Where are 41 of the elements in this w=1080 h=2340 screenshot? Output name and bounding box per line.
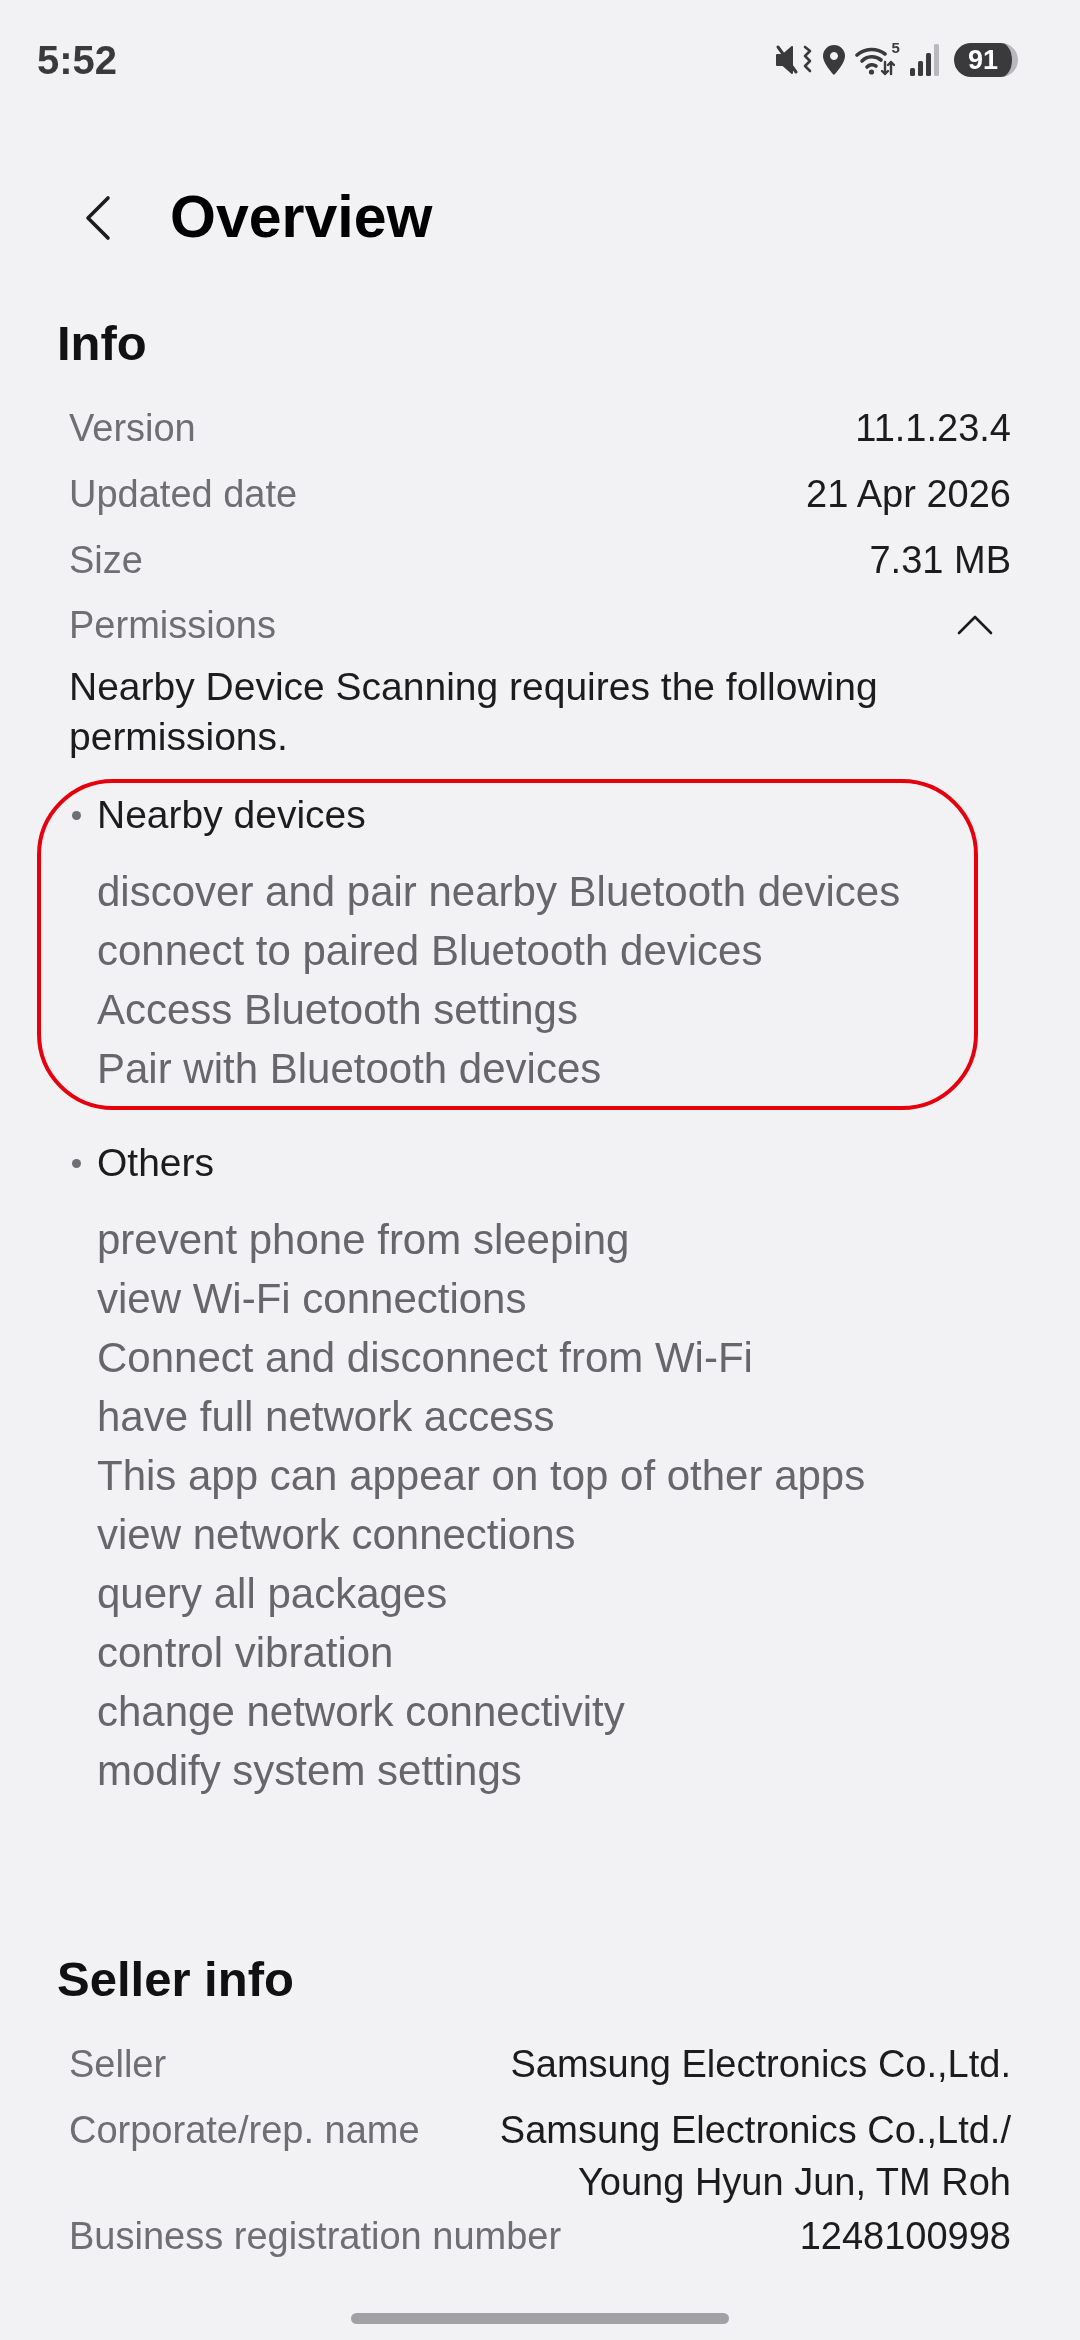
- seller-label: Seller: [69, 2042, 167, 2087]
- permission-item: prevent phone from sleeping: [97, 1215, 630, 1265]
- permission-group-title: Nearby devices: [97, 792, 366, 838]
- permission-item: connect to paired Bluetooth devices: [97, 926, 763, 976]
- battery-indicator: 91: [953, 43, 1018, 77]
- seller-value: 1248100998: [799, 2214, 1011, 2259]
- page-title: Overview: [170, 188, 433, 247]
- status-time: 5:52: [37, 40, 118, 80]
- permission-item: This app can appear on top of other apps: [97, 1451, 866, 1501]
- location-pin-icon: [822, 45, 845, 75]
- info-label: Version: [69, 406, 196, 451]
- seller-label: Corporate/rep. name: [69, 2108, 420, 2153]
- seller-value: Samsung Electronics Co.,Ltd./ Young Hyun Jun, TM Roh: [499, 2108, 1011, 2205]
- info-label: Size: [69, 538, 143, 583]
- bullet-icon: [72, 810, 81, 820]
- permission-item: discover and pair nearby Bluetooth devices: [97, 867, 901, 917]
- permission-item: view Wi-Fi connections: [97, 1274, 527, 1324]
- info-value: 11.1.23.4: [855, 406, 1011, 451]
- permission-item: Access Bluetooth settings: [97, 985, 578, 1035]
- seller-value: Samsung Electronics Co.,Ltd.: [510, 2042, 1011, 2087]
- permissions-toggle[interactable]: Permissions: [57, 593, 1023, 657]
- section-heading: Seller info: [57, 1951, 294, 2007]
- section-heading: Info: [57, 315, 147, 371]
- permission-item: Pair with Bluetooth devices: [97, 1044, 602, 1094]
- info-label: Updated date: [69, 472, 298, 517]
- bullet-icon: [72, 1158, 81, 1168]
- permission-item: change network connectivity: [97, 1687, 625, 1737]
- info-value: 21 Apr 2026: [806, 472, 1011, 517]
- permission-item: view network connections: [97, 1510, 576, 1560]
- permission-item: have full network access: [97, 1392, 555, 1442]
- seller-label: Business registration number: [69, 2214, 562, 2259]
- signal-icon: [909, 44, 940, 76]
- permission-item: Connect and disconnect from Wi-Fi: [97, 1333, 753, 1383]
- mute-vibrate-icon: [774, 44, 813, 76]
- info-value: 7.31 MB: [869, 538, 1011, 583]
- permission-item: control vibration: [97, 1628, 394, 1678]
- permission-item: query all packages: [97, 1569, 448, 1619]
- permission-group-title: Others: [97, 1140, 215, 1186]
- wifi-standard-label: 5: [891, 40, 900, 55]
- permissions-description: Nearby Device Scanning requires the following permissions.: [68, 664, 879, 760]
- permission-item: modify system settings: [97, 1746, 522, 1796]
